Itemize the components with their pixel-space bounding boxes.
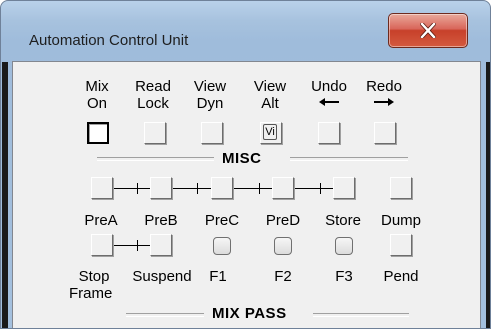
prec-button[interactable] [211,177,233,199]
store-label: Store [325,212,361,229]
view-alt-badge: Vi [263,124,277,140]
pred-label: PreD [265,212,301,229]
store-button[interactable] [333,177,355,199]
pred-button[interactable] [272,177,294,199]
read-lock-label: Read Lock [135,78,171,112]
title-bar[interactable]: Automation Control Unit [1,1,490,61]
preb-button[interactable] [150,177,172,199]
read-lock-checkbox[interactable] [144,122,166,144]
pend-label: Pend [383,268,419,285]
f2-label: F2 [274,268,292,285]
pend-button[interactable] [390,234,412,256]
automation-control-window: Automation Control Unit Mix On Read Lock V… [0,0,491,329]
f2-button[interactable] [274,237,292,255]
dump-label: Dump [380,212,421,229]
pred-store-tick [320,183,321,194]
stop-suspend-connector [114,245,150,246]
prec-label: PreC [204,212,240,229]
mix-pass-section-title: MIX PASS [212,305,287,322]
misc-section-title: MISC [222,150,262,167]
right-frame-edge [486,62,490,328]
preb-prec-tick [197,183,198,194]
stop-suspend-tick [137,240,138,251]
mix-on-checkbox[interactable] [87,122,109,144]
misc-separator-right [290,157,408,161]
prec-pred-connector [234,188,272,189]
undo-button[interactable] [318,122,340,144]
undo-label: Undo [311,78,347,95]
dump-button[interactable] [390,177,412,199]
mix-on-label: Mix On [85,78,109,112]
preb-prec-connector [173,188,211,189]
close-icon [420,23,436,38]
f3-button[interactable] [335,237,353,255]
redo-button[interactable] [374,122,396,144]
suspend-label: Suspend [132,268,192,285]
mix-pass-separator-left [126,313,204,317]
view-dyn-label: View Dyn [193,78,227,112]
preb-label: PreB [144,212,178,229]
window-title: Automation Control Unit [29,32,189,49]
arrow-right-icon [374,98,394,106]
misc-separator-left [97,157,214,161]
prea-preb-connector [114,188,150,189]
prec-pred-tick [259,183,260,194]
left-frame-edge [2,62,8,328]
redo-label: Redo [366,78,402,95]
mix-pass-separator-right [313,313,409,317]
f1-button[interactable] [213,237,231,255]
f1-label: F1 [209,268,227,285]
view-dyn-checkbox[interactable] [201,122,223,144]
prea-preb-tick [137,183,138,194]
view-alt-label: View Alt [253,78,287,112]
arrow-left-icon [319,98,339,106]
stop-frame-label: Stop Frame [69,268,113,302]
prea-label: PreA [84,212,118,229]
prea-button[interactable] [91,177,113,199]
pred-store-connector [295,188,333,189]
suspend-button[interactable] [150,234,172,256]
view-alt-checkbox[interactable]: Vi [260,122,282,144]
close-button[interactable] [388,13,468,48]
client-area: Mix On Read Lock View Dyn View Alt Undo Redo… [2,61,490,328]
f3-label: F3 [335,268,353,285]
stop-frame-button[interactable] [91,234,113,256]
